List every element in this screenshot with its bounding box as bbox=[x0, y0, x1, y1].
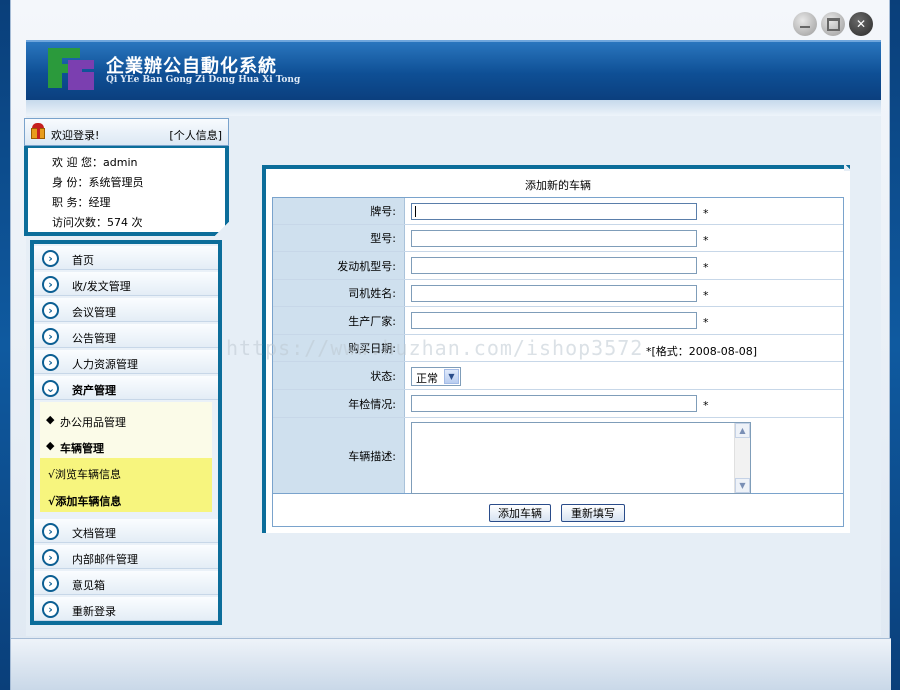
welcome-text: 欢迎登录! bbox=[51, 129, 100, 142]
required-mark: * bbox=[703, 316, 709, 329]
sidebar-item-meetings[interactable]: › 会议管理 bbox=[34, 298, 218, 322]
sidebar-item-home[interactable]: › 首页 bbox=[34, 246, 218, 270]
chevron-right-icon: › bbox=[42, 575, 59, 592]
welcome-bar: 欢迎登录! [个人信息] bbox=[24, 118, 229, 146]
sidebar-nav: › 首页 › 收/发文管理 › 会议管理 › 公告管理 › 人力资源管理 ⌄ 资… bbox=[30, 240, 222, 625]
form-row-description: 车辆描述: ▲ ▼ bbox=[273, 418, 843, 494]
form-row-driver: 司机姓名: * bbox=[273, 280, 843, 307]
required-mark: * bbox=[703, 399, 709, 412]
reset-button[interactable]: 重新填写 bbox=[561, 504, 625, 522]
required-mark: * bbox=[703, 261, 709, 274]
required-mark: * bbox=[703, 289, 709, 302]
form-row-purchase-date: 购买日期: *[格式：2008-08-08] bbox=[273, 335, 843, 362]
chevron-right-icon: › bbox=[42, 328, 59, 345]
submenu-vehicles[interactable]: ◆ 车辆管理 bbox=[40, 432, 212, 458]
sidebar: 欢迎登录! [个人信息] 欢 迎 您：admin 身 份：系统管理员 职 务：经… bbox=[24, 118, 229, 633]
scroll-down-icon[interactable]: ▼ bbox=[735, 478, 750, 493]
chevron-down-icon: ▼ bbox=[444, 369, 459, 384]
page-title: 添加新的车辆 bbox=[525, 179, 591, 192]
inspection-label: 年检情况: bbox=[348, 397, 396, 411]
scroll-up-icon[interactable]: ▲ bbox=[735, 423, 750, 438]
submenu-browse-vehicles[interactable]: √浏览车辆信息 bbox=[40, 458, 212, 485]
sidebar-item-suggestions[interactable]: › 意见箱 bbox=[34, 571, 218, 595]
sidebar-item-relogin[interactable]: › 重新登录 bbox=[34, 597, 218, 621]
textarea-scrollbar[interactable]: ▲ ▼ bbox=[734, 423, 750, 493]
sidebar-item-announcements[interactable]: › 公告管理 bbox=[34, 324, 218, 348]
gift-icon bbox=[29, 122, 47, 140]
sidebar-item-assets[interactable]: ⌄ 资产管理 bbox=[34, 376, 218, 400]
maximize-button[interactable] bbox=[821, 12, 845, 36]
user-identity: 身 份：系统管理员 bbox=[52, 176, 144, 189]
form-row-status: 状态: 正常 ▼ bbox=[273, 362, 843, 390]
window-controls: ✕ bbox=[793, 12, 873, 36]
form-row-maker: 生产厂家: * bbox=[273, 307, 843, 335]
add-vehicle-button[interactable]: 添加车辆 bbox=[489, 504, 551, 522]
submenu-office-supplies[interactable]: ◆ 办公用品管理 bbox=[40, 406, 212, 432]
chevron-right-icon: › bbox=[42, 549, 59, 566]
chevron-right-icon: › bbox=[42, 601, 59, 618]
driver-field[interactable] bbox=[411, 285, 697, 302]
model-label: 型号: bbox=[370, 232, 396, 245]
header-divider bbox=[26, 100, 881, 116]
app-header: 企業辦公自動化系統 Qi YEe Ban Gong Zi Dong Hua Xi… bbox=[26, 40, 881, 100]
description-label: 车辆描述: bbox=[348, 449, 396, 463]
sidebar-item-archives[interactable]: › 文档管理 bbox=[34, 519, 218, 543]
sidebar-item-documents-io[interactable]: › 收/发文管理 bbox=[34, 272, 218, 296]
chevron-right-icon: › bbox=[42, 354, 59, 371]
sidebar-item-hr[interactable]: › 人力资源管理 bbox=[34, 350, 218, 374]
required-mark: * bbox=[703, 207, 709, 220]
status-select[interactable]: 正常 ▼ bbox=[411, 367, 461, 386]
date-format-hint: *[格式：2008-08-08] bbox=[646, 345, 758, 358]
engine-field[interactable] bbox=[411, 257, 697, 274]
app-logo-icon bbox=[48, 48, 96, 94]
assets-submenu: ◆ 办公用品管理 ◆ 车辆管理 √浏览车辆信息 √添加车辆信息 bbox=[40, 402, 212, 512]
minimize-button[interactable] bbox=[793, 12, 817, 36]
required-mark: * bbox=[703, 234, 709, 247]
engine-label: 发动机型号: bbox=[337, 259, 396, 273]
description-textarea[interactable]: ▲ ▼ bbox=[411, 422, 751, 494]
plate-label: 牌号: bbox=[370, 205, 396, 218]
model-field[interactable] bbox=[411, 230, 697, 247]
form-row-inspection: 年检情况: * bbox=[273, 390, 843, 418]
purchase-date-label: 购买日期: bbox=[348, 342, 396, 355]
user-info-panel: 欢 迎 您：admin 身 份：系统管理员 职 务：经理 访问次数：574 次 bbox=[24, 146, 229, 236]
app-subtitle: Qi YEe Ban Gong Zi Dong Hua Xi Tong bbox=[106, 75, 301, 85]
form-row-engine: 发动机型号: * bbox=[273, 252, 843, 280]
status-label: 状态: bbox=[370, 369, 396, 383]
submenu-add-vehicle[interactable]: √添加车辆信息 bbox=[40, 485, 212, 512]
driver-label: 司机姓名: bbox=[348, 287, 396, 300]
form-row-model: 型号: * bbox=[273, 225, 843, 252]
close-button[interactable]: ✕ bbox=[849, 12, 873, 36]
diamond-icon: ◆ bbox=[46, 439, 55, 452]
maker-field[interactable] bbox=[411, 312, 697, 329]
diamond-icon: ◆ bbox=[46, 413, 55, 426]
chevron-right-icon: › bbox=[42, 523, 59, 540]
profile-link[interactable]: [个人信息] bbox=[169, 127, 222, 143]
chevron-right-icon: › bbox=[42, 276, 59, 293]
chevron-down-icon: ⌄ bbox=[42, 380, 59, 397]
maker-label: 生产厂家: bbox=[348, 314, 396, 328]
add-vehicle-form: 牌号: * 型号: * 发动机型号: * 司机姓名: * 生产厂家: * 购买日… bbox=[272, 197, 844, 527]
app-footer bbox=[11, 638, 891, 690]
chevron-right-icon: › bbox=[42, 302, 59, 319]
form-row-plate: 牌号: * bbox=[273, 198, 843, 225]
chevron-right-icon: › bbox=[42, 250, 59, 267]
sidebar-item-internal-mail[interactable]: › 内部邮件管理 bbox=[34, 545, 218, 569]
add-vehicle-panel: 添加新的车辆 牌号: * 型号: * 发动机型号: * 司机姓名: * 生产厂家… bbox=[262, 165, 854, 533]
user-greeting: 欢 迎 您：admin bbox=[52, 156, 138, 169]
user-position: 职 务：经理 bbox=[52, 196, 111, 209]
inspection-field[interactable] bbox=[411, 395, 697, 412]
user-visits: 访问次数：574 次 bbox=[52, 216, 143, 229]
plate-field[interactable] bbox=[411, 203, 697, 220]
window-titlebar: ✕ bbox=[11, 0, 891, 40]
